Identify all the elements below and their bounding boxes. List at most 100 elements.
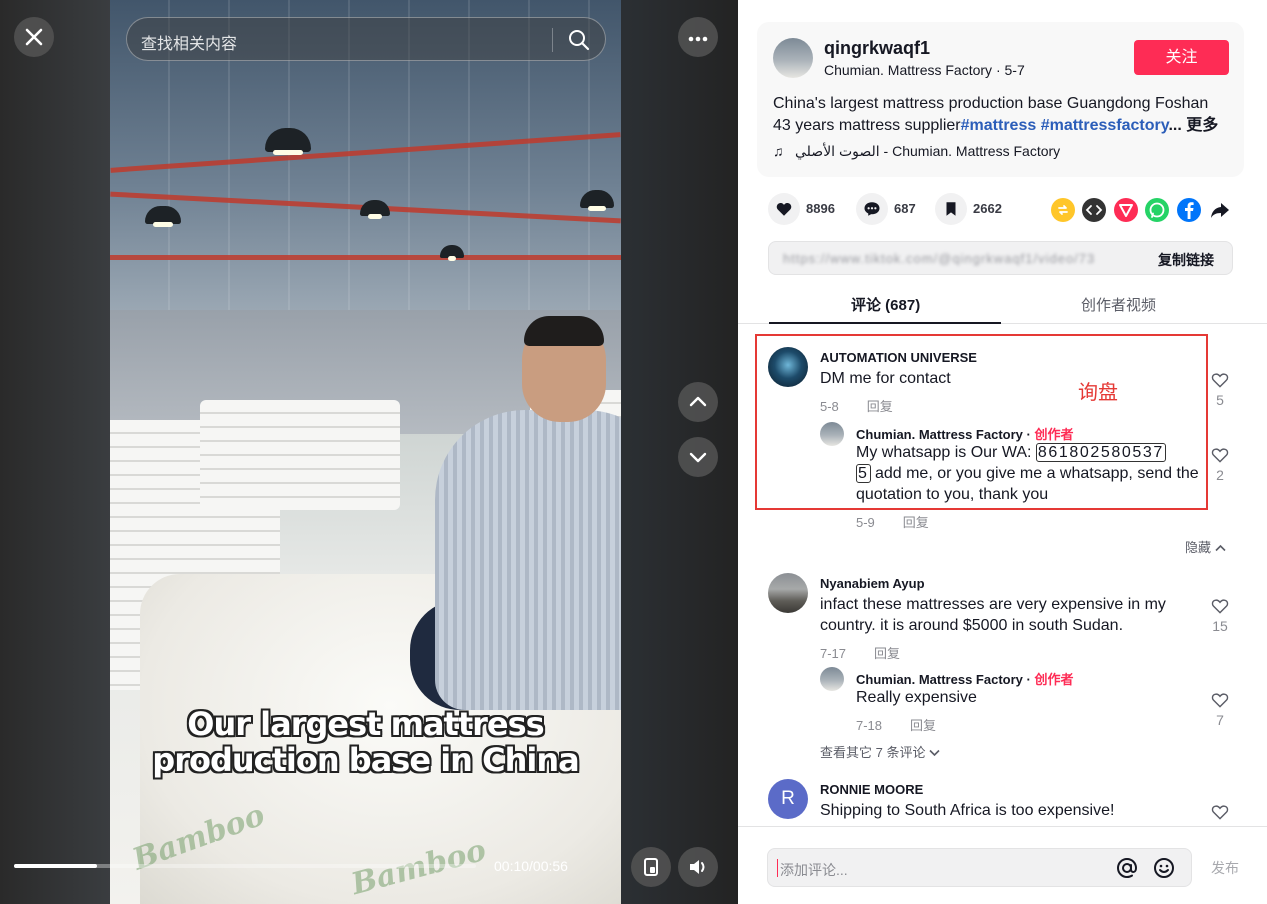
reply-meta: 5-9 回复 bbox=[856, 512, 929, 531]
comment-meta: 7-17 回复 bbox=[820, 643, 900, 662]
chevron-up-icon bbox=[1215, 544, 1226, 552]
comment-input[interactable]: 添加评论... bbox=[767, 848, 1192, 887]
search-input[interactable]: 查找相关内容 bbox=[141, 30, 237, 54]
description-text: China's largest mattress production base… bbox=[773, 95, 1209, 112]
video-caption: Our largest mattress production base in … bbox=[110, 706, 621, 778]
embed-icon[interactable] bbox=[1082, 198, 1106, 222]
facebook-icon[interactable] bbox=[1177, 198, 1201, 222]
ceiling-lamp bbox=[580, 190, 614, 211]
caption-line: Our largest mattress bbox=[187, 705, 544, 743]
tab-underline bbox=[769, 322, 1001, 324]
caption-line: production base in China bbox=[152, 741, 579, 779]
comment-username[interactable]: RONNIE MOORE bbox=[820, 782, 923, 797]
music-info[interactable]: ♫ الصوت الأصلي - Chumian. Mattress Factor… bbox=[773, 143, 1060, 160]
comment-like-count: 5 bbox=[1216, 392, 1224, 408]
reply-like-count: 7 bbox=[1216, 712, 1224, 728]
reply-like-button[interactable]: 2 bbox=[1208, 445, 1232, 483]
author-subline: Chumian. Mattress Factory · 5-7 bbox=[824, 62, 1025, 78]
chevron-down-icon bbox=[689, 452, 707, 463]
ceiling-lamp bbox=[145, 206, 181, 227]
comment-list: AUTOMATION UNIVERSE DM me for contact 5-… bbox=[738, 325, 1267, 825]
send-icon[interactable] bbox=[1114, 198, 1138, 222]
chevron-up-icon bbox=[689, 396, 707, 407]
tab-comments[interactable]: 评论 (687) bbox=[851, 294, 920, 315]
heart-outline-icon bbox=[1211, 448, 1229, 463]
author-card: qingrkwaqf1 Chumian. Mattress Factory · … bbox=[757, 22, 1244, 177]
comment-like-button[interactable]: 5 bbox=[1208, 370, 1232, 408]
progress-bar[interactable] bbox=[14, 864, 476, 868]
comment-username[interactable]: Nyanabiem Ayup bbox=[820, 576, 925, 591]
more-options-button[interactable] bbox=[678, 17, 718, 57]
highlight-box bbox=[755, 334, 1208, 510]
tab-creator-videos[interactable]: 创作者视频 bbox=[1081, 294, 1156, 315]
reply-text: Really expensive bbox=[856, 689, 977, 706]
reply-date: 7-18 bbox=[856, 718, 883, 733]
reply-button[interactable]: 回复 bbox=[903, 515, 929, 530]
heart-outline-icon bbox=[1211, 599, 1229, 614]
share-arrow-icon[interactable] bbox=[1208, 198, 1232, 222]
engagement-bar: 8896 687 2662 bbox=[768, 193, 1238, 225]
reply-author-name: Chumian. Mattress Factory · bbox=[856, 672, 1035, 687]
heart-outline-icon bbox=[1211, 805, 1229, 820]
mattress-stack bbox=[200, 400, 400, 510]
previous-video-button[interactable] bbox=[678, 382, 718, 422]
search-divider bbox=[552, 28, 553, 52]
ceiling-beam bbox=[110, 255, 621, 260]
author-avatar[interactable] bbox=[773, 38, 813, 78]
picture-in-picture-button[interactable] bbox=[631, 847, 671, 887]
description-text: 43 years mattress supplier bbox=[773, 117, 961, 134]
ellipsis-icon bbox=[688, 36, 708, 42]
progress-fill bbox=[14, 864, 98, 868]
comment-avatar[interactable] bbox=[768, 573, 808, 613]
search-bar[interactable]: 查找相关内容 bbox=[126, 17, 606, 61]
copy-link-button[interactable]: 复制链接 bbox=[1158, 250, 1214, 270]
follow-button[interactable]: 关注 bbox=[1134, 40, 1229, 75]
comment-icon bbox=[864, 202, 880, 216]
view-more-replies-button[interactable]: 查看其它 7 条评论 bbox=[820, 742, 940, 761]
ceiling-lamp bbox=[265, 128, 311, 155]
expand-description-link[interactable]: ... 更多 bbox=[1168, 117, 1218, 134]
comment-like-button[interactable] bbox=[1208, 802, 1232, 822]
text-caret bbox=[777, 859, 778, 877]
next-video-button[interactable] bbox=[678, 437, 718, 477]
share-link-row: https://www.tiktok.com/@qingrkwaqf1/vide… bbox=[768, 241, 1233, 275]
hide-replies-label: 隐藏 bbox=[1185, 540, 1212, 555]
comment-text: Shipping to South Africa is too expensiv… bbox=[820, 802, 1115, 819]
post-comment-button[interactable]: 发布 bbox=[1211, 858, 1239, 878]
reply-avatar[interactable] bbox=[820, 667, 844, 691]
reply-button[interactable]: 回复 bbox=[874, 646, 900, 661]
reply-username[interactable]: Chumian. Mattress Factory · 创作者 bbox=[856, 669, 1073, 688]
volume-button[interactable] bbox=[678, 847, 718, 887]
comment-input-placeholder: 添加评论... bbox=[780, 862, 848, 878]
comment-like-button[interactable]: 15 bbox=[1208, 596, 1232, 634]
reply-meta: 7-18 回复 bbox=[856, 715, 936, 734]
person-body bbox=[435, 410, 621, 710]
repost-icon[interactable] bbox=[1051, 198, 1075, 222]
reply-button[interactable]: 回复 bbox=[910, 718, 936, 733]
video-description: China's largest mattress production base… bbox=[773, 93, 1233, 137]
author-username[interactable]: qingrkwaqf1 bbox=[824, 38, 930, 59]
search-icon[interactable] bbox=[567, 28, 591, 52]
close-button[interactable] bbox=[14, 17, 54, 57]
close-icon bbox=[25, 28, 43, 46]
ceiling-lamp bbox=[360, 200, 390, 219]
heart-outline-icon bbox=[1211, 373, 1229, 388]
video-player[interactable]: Bamboo Bamboo Our largest mattress produ… bbox=[110, 0, 621, 904]
comment-avatar[interactable]: R bbox=[768, 779, 808, 819]
like-circle bbox=[768, 193, 800, 225]
whatsapp-icon[interactable] bbox=[1145, 198, 1169, 222]
reply-like-button[interactable]: 7 bbox=[1208, 690, 1232, 728]
hide-replies-button[interactable]: 隐藏 bbox=[1185, 537, 1226, 556]
pip-icon bbox=[644, 858, 658, 876]
hashtag-link[interactable]: #mattress bbox=[961, 117, 1037, 134]
like-count: 8896 bbox=[806, 201, 835, 216]
ceiling-beam bbox=[110, 132, 621, 173]
hashtag-link[interactable]: #mattressfactory bbox=[1041, 117, 1169, 134]
emoji-icon[interactable] bbox=[1152, 856, 1176, 880]
mention-icon[interactable] bbox=[1115, 856, 1139, 880]
ceiling-lamp bbox=[440, 245, 464, 261]
heart-icon bbox=[776, 202, 792, 216]
comment-text: infact these mattresses are very expensi… bbox=[820, 596, 1166, 634]
video-stage: Bamboo Bamboo Our largest mattress produ… bbox=[0, 0, 738, 904]
comment-like-count: 15 bbox=[1212, 618, 1228, 634]
